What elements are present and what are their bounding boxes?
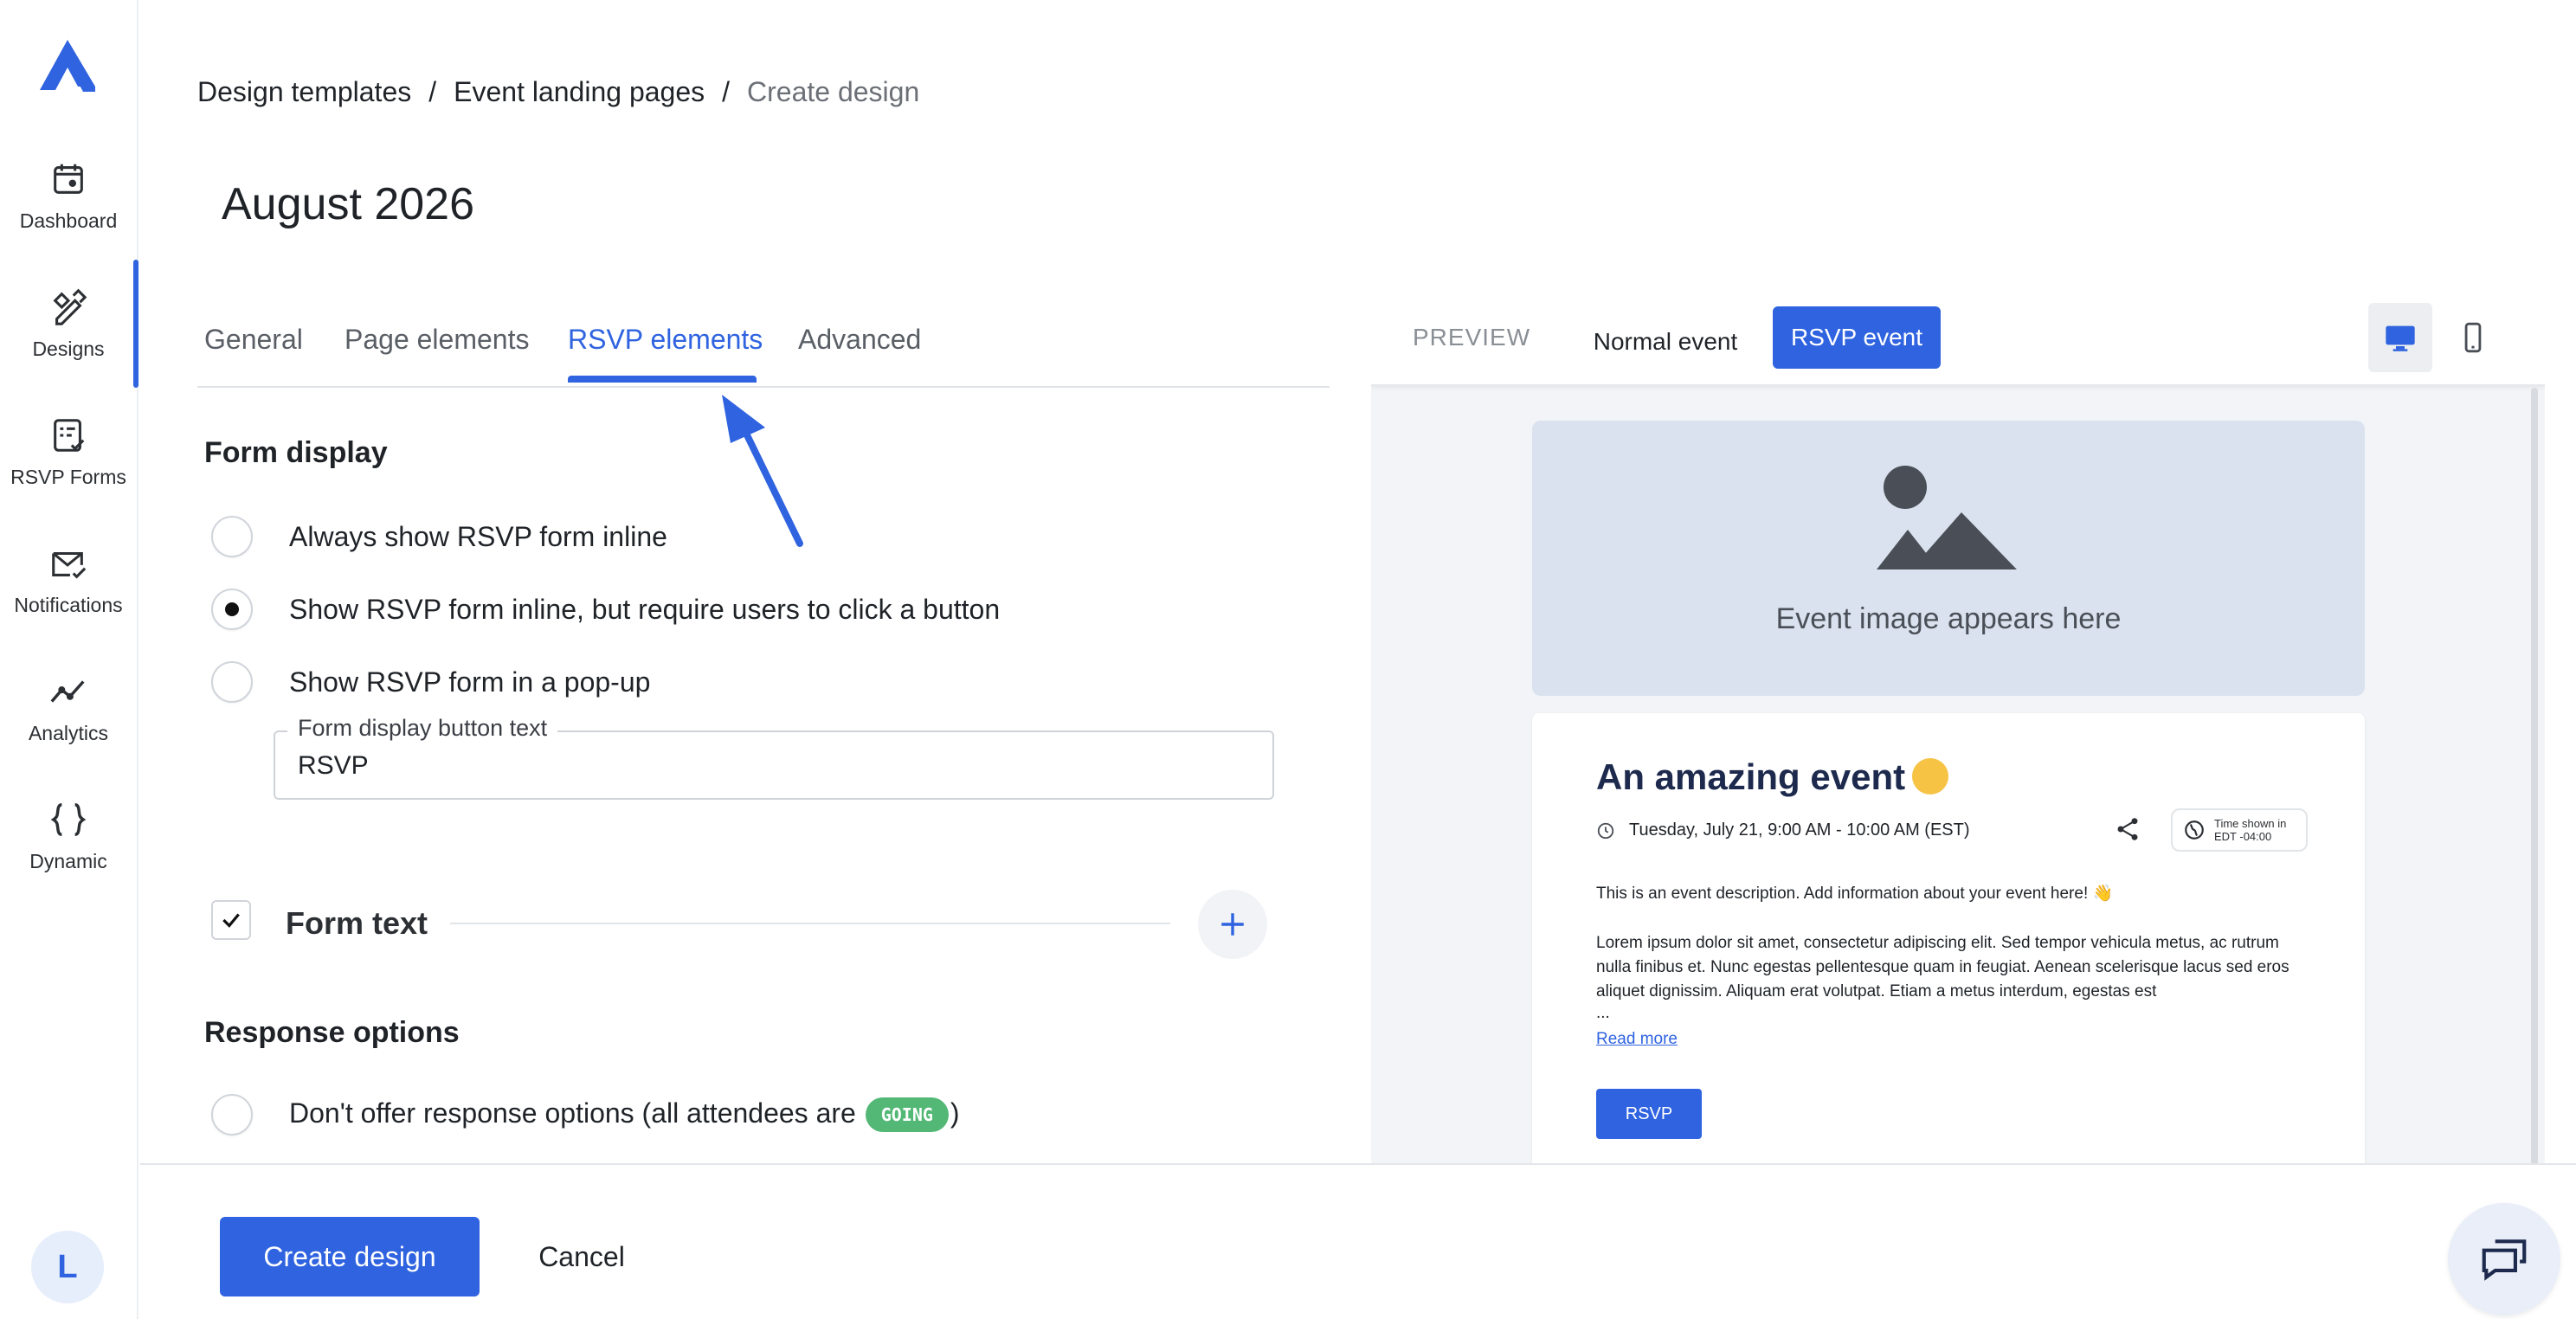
- radio-popup[interactable]: Show RSVP form in a pop-up: [211, 661, 650, 703]
- radio-no-response-options[interactable]: Don't offer response options (all attend…: [211, 1094, 960, 1136]
- going-badge: GOING: [865, 1097, 949, 1133]
- divider: [450, 923, 1170, 924]
- timezone-line-2: EDT -04:00: [2214, 830, 2272, 843]
- radio-label: Show RSVP form inline, but require users…: [289, 593, 1001, 625]
- desktop-view-button[interactable]: [2368, 303, 2432, 372]
- radio-button[interactable]: [211, 661, 253, 703]
- breadcrumb: Design templates / Event landing pages /…: [197, 76, 919, 108]
- timezone-badge[interactable]: Time shown in EDT -04:00: [2171, 808, 2308, 852]
- radio-always-inline[interactable]: Always show RSVP form inline: [211, 516, 667, 557]
- sidebar-item-label: Dynamic: [29, 849, 107, 872]
- event-title: An amazing event: [1596, 756, 1949, 798]
- timezone-text: Time shown in EDT -04:00: [2214, 817, 2286, 843]
- event-date-text: Tuesday, July 21, 9:00 AM - 10:00 AM (ES…: [1629, 820, 1970, 840]
- sidebar-item-label: Notifications: [14, 593, 123, 616]
- radio-label: Don't offer response options (all attend…: [289, 1097, 960, 1133]
- chat-icon: [2482, 1239, 2527, 1281]
- annotation-arrow-icon: [722, 395, 803, 547]
- sidebar-item-dynamic[interactable]: Dynamic: [0, 772, 137, 900]
- mountains-icon: [1877, 512, 2017, 569]
- form-display-button-text-field[interactable]: Form display button text RSVP: [274, 715, 1274, 800]
- globe-icon: [2185, 820, 2204, 840]
- calendar-icon: [54, 164, 83, 194]
- form-text-checkbox[interactable]: [211, 900, 251, 940]
- breadcrumb-item-event-landing-pages[interactable]: Event landing pages: [454, 76, 705, 108]
- event-body-ellipsis: ...: [1596, 1004, 1610, 1022]
- tab-general[interactable]: General: [204, 324, 303, 356]
- forms-icon: [54, 418, 85, 452]
- rsvp-event-toggle[interactable]: RSVP event: [1773, 306, 1941, 369]
- radio-inline-click-button[interactable]: Show RSVP form inline, but require users…: [211, 589, 1000, 630]
- preview-header: PREVIEW Normal event RSVP event: [1371, 291, 2545, 386]
- sidebar-item-label: Analytics: [28, 721, 109, 744]
- cancel-button[interactable]: Cancel: [521, 1217, 642, 1296]
- radio-button[interactable]: [211, 1094, 253, 1136]
- chat-support-button[interactable]: [2448, 1203, 2560, 1316]
- sidebar-item-notifications[interactable]: Notifications: [0, 516, 137, 644]
- image-placeholder-icon: [1884, 466, 1927, 509]
- event-card: An amazing event Tuesday, July 21, 9:00 …: [1532, 713, 2365, 1165]
- response-options-heading: Response options: [204, 1016, 460, 1049]
- app-logo[interactable]: [38, 38, 97, 95]
- field-label: Form display button text: [287, 715, 558, 742]
- breadcrumb-separator: /: [428, 76, 437, 107]
- event-description: This is an event description. Add inform…: [1596, 885, 2114, 903]
- sidebar: Dashboard Designs RSVP Forms Notificatio…: [0, 0, 138, 1319]
- page-title[interactable]: August 2026: [222, 178, 474, 230]
- breadcrumb-item-current: Create design: [747, 76, 920, 107]
- analytics-icon: [50, 679, 85, 703]
- sidebar-item-label: Dashboard: [19, 209, 118, 232]
- radio-label-suffix: ): [950, 1097, 960, 1129]
- read-more-link[interactable]: Read more: [1596, 1030, 1678, 1049]
- sidebar-item-designs[interactable]: Designs: [0, 260, 138, 388]
- sidebar-item-label: RSVP Forms: [10, 465, 126, 488]
- preview-panel: PREVIEW Normal event RSVP event Event im…: [1371, 291, 2545, 1165]
- radio-button[interactable]: [211, 516, 253, 557]
- designs-icon: [53, 288, 87, 325]
- event-date: Tuesday, July 21, 9:00 AM - 10:00 AM (ES…: [1596, 820, 1970, 840]
- form-text-label: Form text: [286, 905, 428, 941]
- add-form-text-button[interactable]: [1198, 890, 1267, 959]
- breadcrumb-item-design-templates[interactable]: Design templates: [197, 76, 411, 108]
- share-icon[interactable]: [2114, 815, 2141, 843]
- tab-bar: General Page elements RSVP elements Adva…: [197, 312, 1330, 388]
- footer: Create design Cancel: [140, 1163, 2576, 1319]
- preview-label: PREVIEW: [1413, 324, 1531, 351]
- tab-rsvp-elements[interactable]: RSVP elements: [568, 324, 763, 356]
- image-caption: Event image appears here: [1775, 602, 2122, 635]
- checkmark-icon: [222, 913, 240, 928]
- sidebar-item-rsvp-forms[interactable]: RSVP Forms: [0, 388, 137, 516]
- form-display-heading: Form display: [204, 436, 388, 469]
- mobile-icon: [2464, 322, 2482, 353]
- radio-button-selected[interactable]: [211, 589, 253, 630]
- desktop-icon: [2386, 325, 2415, 351]
- preview-scrollbar[interactable]: [2531, 388, 2538, 1165]
- tab-advanced[interactable]: Advanced: [798, 324, 921, 356]
- event-title-text: An amazing event: [1596, 756, 1906, 797]
- clock-icon: [1597, 822, 1614, 839]
- mail-icon: [52, 551, 87, 579]
- braces-icon: [50, 802, 87, 836]
- radio-label-text: Don't offer response options (all attend…: [289, 1097, 856, 1129]
- event-body-text: Lorem ipsum dolor sit amet, consectetur …: [1596, 934, 2289, 1001]
- party-emoji-icon: [1912, 758, 1949, 795]
- avatar[interactable]: L: [31, 1231, 104, 1303]
- field-value[interactable]: RSVP: [298, 751, 369, 781]
- sidebar-item-label: Designs: [32, 337, 105, 360]
- event-image-placeholder: Event image appears here: [1532, 421, 2365, 696]
- radio-label: Always show RSVP form inline: [289, 520, 667, 552]
- active-tab-indicator: [568, 376, 757, 383]
- breadcrumb-separator: /: [722, 76, 731, 107]
- tab-page-elements[interactable]: Page elements: [345, 324, 529, 356]
- timezone-line-1: Time shown in: [2214, 817, 2287, 830]
- mobile-view-button[interactable]: [2441, 303, 2505, 372]
- plus-icon: [1221, 913, 1244, 936]
- sidebar-item-analytics[interactable]: Analytics: [0, 644, 137, 772]
- preview-rsvp-button[interactable]: RSVP: [1596, 1089, 1702, 1139]
- normal-event-toggle[interactable]: Normal event: [1574, 312, 1757, 372]
- radio-label: Show RSVP form in a pop-up: [289, 666, 651, 698]
- create-design-button[interactable]: Create design: [220, 1217, 480, 1296]
- sidebar-item-dashboard[interactable]: Dashboard: [0, 132, 137, 260]
